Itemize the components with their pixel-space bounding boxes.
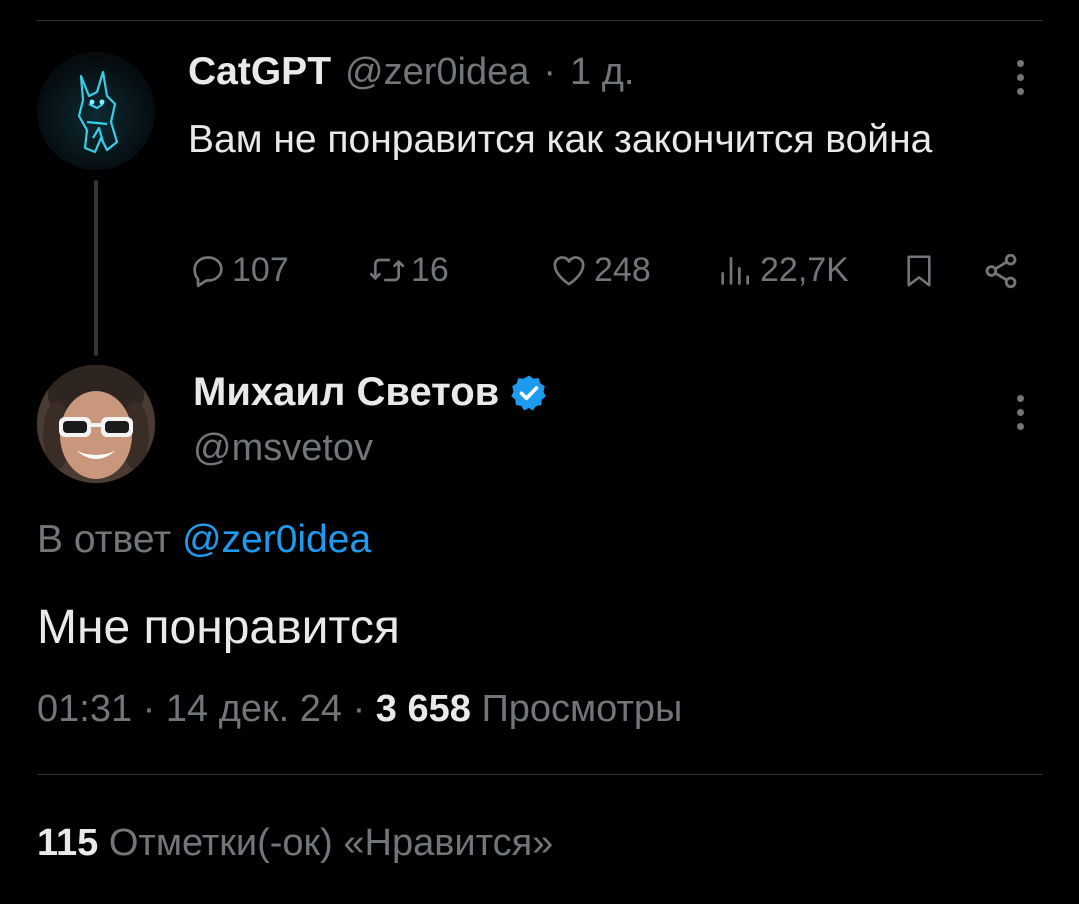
parent-more-icon[interactable] — [1014, 60, 1026, 95]
separator-dot: · — [142, 688, 156, 730]
reply-count: 107 — [232, 250, 289, 289]
views-label: Просмотры — [481, 688, 683, 730]
views-icon — [721, 257, 749, 285]
parent-author-handle[interactable]: @zer0idea — [345, 51, 529, 94]
bookmark-icon — [907, 255, 931, 287]
main-author-name[interactable]: Михаил Светов — [193, 370, 499, 415]
tweet-thread: CatGPT @zer0idea · 1 д. Вам не понравитс… — [0, 0, 1079, 904]
views-count: 22,7K — [760, 250, 849, 289]
views-button[interactable]: 22,7K — [716, 250, 849, 290]
parent-tweet-text: Вам не понравится как закончится война — [188, 118, 933, 161]
share-icon — [985, 253, 1017, 289]
top-divider — [36, 20, 1043, 21]
bookmark-button[interactable] — [900, 250, 938, 292]
divider — [37, 774, 1043, 775]
likes-total: 115 — [37, 822, 99, 864]
likes-label: Отметки(-ок) «Нравится» — [108, 822, 554, 864]
main-author-handle[interactable]: @msvetov — [193, 427, 373, 470]
views-total: 3 658 — [375, 688, 471, 730]
tweet-meta: 01:31 · 14 дек. 24 · 3 658 Просмотры — [37, 688, 682, 731]
retweet-icon — [369, 258, 405, 282]
parent-tweet-time[interactable]: 1 д. — [570, 51, 634, 94]
parent-author-name[interactable]: CatGPT — [188, 50, 331, 94]
reply-mention-link[interactable]: @zer0idea — [182, 518, 371, 561]
retweet-count: 16 — [411, 250, 449, 289]
main-author-row: Михаил Светов — [193, 370, 549, 415]
like-icon — [553, 256, 585, 286]
parent-tweet-actions: 107 16 248 22,7K — [0, 250, 1079, 300]
likes-summary[interactable]: 115 Отметки(-ок) «Нравится» — [37, 822, 553, 865]
reply-context: В ответ @zer0idea — [37, 518, 371, 562]
catgpt-avatar[interactable] — [37, 52, 155, 170]
reply-button[interactable]: 107 — [188, 250, 289, 290]
parent-tweet-header: CatGPT @zer0idea · 1 д. — [188, 50, 634, 94]
reply-prefix: В ответ — [37, 518, 172, 561]
share-button[interactable] — [980, 250, 1022, 292]
separator-dot: · — [352, 688, 366, 730]
tweet-date[interactable]: 14 дек. 24 — [166, 688, 342, 730]
profile-photo — [37, 365, 155, 483]
main-more-icon[interactable] — [1014, 395, 1026, 430]
tweet-time[interactable]: 01:31 — [37, 688, 132, 730]
reply-icon — [193, 256, 223, 288]
like-count: 248 — [594, 250, 651, 289]
verified-badge-icon — [511, 375, 546, 410]
separator-dot: · — [543, 51, 557, 93]
msvetov-avatar[interactable] — [37, 365, 155, 483]
retweet-button[interactable]: 16 — [367, 250, 449, 290]
cat-logo-icon — [77, 70, 119, 154]
main-tweet-text: Мне понравится — [37, 601, 400, 654]
like-button[interactable]: 248 — [548, 250, 651, 290]
